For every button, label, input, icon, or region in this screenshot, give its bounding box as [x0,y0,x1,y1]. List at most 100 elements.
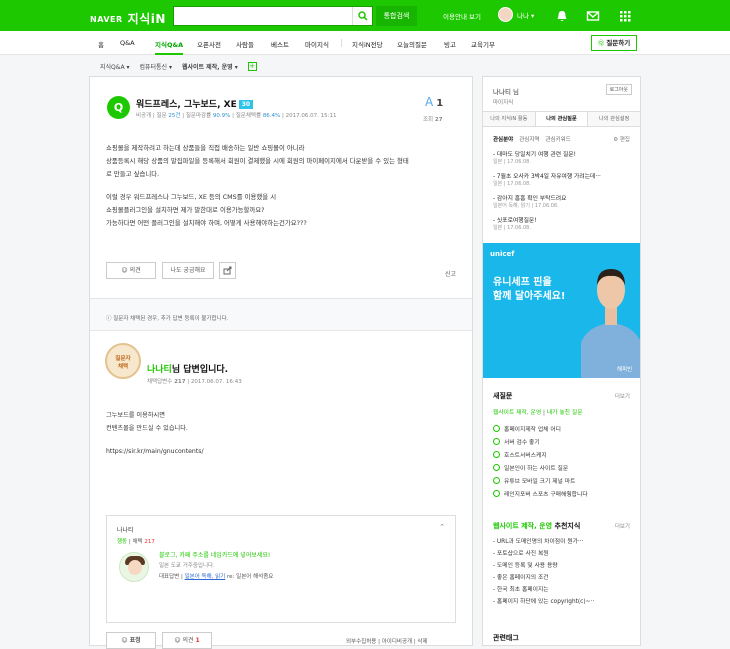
nav-open-dict[interactable]: 오픈사전 [197,39,221,49]
share-button[interactable] [219,262,236,279]
new-question-more[interactable]: 더보기 [615,392,630,400]
answer-count: A1 [425,95,444,109]
profile-intro: 일본 도쿄 거주중입니다. [159,563,215,569]
unicef-banner[interactable]: unicef 유니세프 핀을 함께 달아주세요! 해피빈 [483,243,640,378]
notice-box: ⓘ 질문자 채택된 경우, 추가 답변 등록이 불가합니다. [90,298,472,331]
top-bar: NAVER 지식iN 통합검색 이용안내 보기 나나 ▾ [0,0,730,31]
nav-qna[interactable]: Q&A [120,39,135,47]
add-interest-button[interactable]: + [247,62,257,71]
breadcrumb-item[interactable]: 컴퓨터통신 ▾ [139,62,172,71]
nav-today-question[interactable]: 오늘의질문 [397,39,427,49]
q-circle-icon [493,438,500,445]
interest-question-list: - 대마도 당일치기 여행 관련 질문! 일본 | 17.06.08. - 7월초… [493,149,633,237]
user-menu[interactable]: 나나 ▾ [498,7,534,22]
rep-answer-link[interactable]: 일본어 독해, 읽기 [185,574,226,580]
new-question-heading: 새질문 [493,392,513,400]
logout-button[interactable]: 로그아웃 [605,84,632,95]
sidebar-tabs: 나의 지식iN 활동 나의 관심질문 나의 관심설정 [483,111,640,127]
logo[interactable]: NAVER 지식iN [90,9,166,26]
answer-footer-links[interactable]: 외부수집허용 | 아이디비공개 | 삭제 [346,637,428,645]
nav-education[interactable]: 교육기부 [471,39,495,49]
edit-button[interactable]: ⚙ 편집 [613,135,630,143]
breadcrumb-item[interactable]: 지식Q&A ▾ [100,62,129,71]
breadcrumb-item[interactable]: 웹사이트 제작, 운영 ▾ [182,62,238,71]
apps-grid-icon[interactable] [618,9,632,23]
person-photo [581,269,640,378]
nav-divider [341,39,342,47]
profile-message[interactable]: 블로그, 카페 주소를 네임카드에 넣어보세요! [159,551,270,561]
search-icon [358,11,368,21]
profile-representative-answer: 대표답변 | 일본어 독해, 읽기 re: 일본어 해석좀요 [159,574,274,580]
mail-icon[interactable] [586,9,600,23]
notice-text: ⓘ 질문자 채택된 경우, 추가 답변 등록이 불가합니다. [106,316,229,322]
subtab-region[interactable]: 관심지역 [519,135,539,143]
recommended-more[interactable]: 더보기 [615,522,630,530]
points-badge: 30 [238,100,254,109]
user-name: 나나 ▾ [517,11,535,20]
curious-button[interactable]: 나도 궁금해요 [162,262,214,279]
tab-my-activity[interactable]: 나의 지식iN 활동 [483,112,536,126]
question-title: 워드프레스, 그누보드, XE 30 [136,97,254,110]
question-q-icon: Q [107,96,130,119]
nav-my-knowledge[interactable]: 마이지식 [305,39,329,49]
q-circle-icon [493,490,500,497]
list-item[interactable]: - 홈페이지 하단에 있는 copyright(c)~·· [493,596,594,608]
new-question-list: 홈페이지제작 업체 어디 서버 검수 좋기 호스트서버스케지 일본인이 하는 사… [493,422,588,500]
search-button[interactable] [352,7,372,25]
adopted-medal: 질문자 채택 [105,343,141,379]
bell-icon[interactable] [555,9,569,23]
nav-hall[interactable]: 지식iN전당 [352,39,383,49]
q-circle-icon [493,425,500,432]
list-item[interactable]: - 싯포로여행질문! 일본 | 17.06.08. [493,215,633,231]
q-circle-icon [493,477,500,484]
list-item[interactable]: 호스트서버스케지 [493,448,588,461]
list-item[interactable]: 레인지포버 스포츠 구매해줭합니다 [493,487,588,500]
ask-question-button[interactable]: Ⓠ 질문하기 [591,35,637,51]
total-search-button[interactable]: 통합검색 [376,6,417,26]
nav-knowledge-qna[interactable]: 지식Q&A [155,39,184,55]
list-item[interactable]: 서버 검수 좋기 [493,435,588,448]
answer-meta: 채택답변수 217 | 2017.06.07. 16:43 [147,379,242,385]
list-item[interactable]: - URL과 도메인명의 차이점이 뭔가··· [493,536,594,548]
subtab-keyword[interactable]: 관심키워드 [546,135,571,143]
answer-title: 나나티님 답변입니다. [147,365,229,375]
answer-link[interactable]: https://sir.kr/main/gnucontents/ [106,445,204,458]
guide-link[interactable]: 이용안내 보기 [443,11,481,21]
list-item[interactable]: - 감아지 흠흠 확인 부탁드려요 일본어 독해, 읽기 | 17.06.08. [493,193,633,209]
list-item[interactable]: 유튜브 모바일 크기 제널 마트 [493,474,588,487]
sidebar: 나나티 님 마이지식 로그아웃 나의 지식iN 활동 나의 관심질문 나의 관심… [482,76,641,646]
list-item[interactable]: - 도메인 등록 및 사용 용량 [493,560,594,572]
reaction-button[interactable]: ☺ 표정 [106,632,156,649]
nav-home[interactable]: 홈 [98,39,104,49]
sidebar-user-name[interactable]: 나나티 님 [493,86,519,96]
collapse-icon[interactable]: ⌃ [439,523,445,531]
avatar [498,7,513,22]
tab-interest-settings[interactable]: 나의 관심설정 [588,112,640,126]
related-tags-heading: 관련태그 [493,634,519,642]
interest-subtabs: 관심분야 관심지역 관심키워드 [493,135,571,143]
search-input[interactable] [173,6,373,26]
question-body: 쇼핑몰을 제작하려고 하는데 상품들을 직접 배송하는 일반 쇼핑몰이 아니라 … [106,144,409,227]
q-circle-icon [493,451,500,458]
banner-name: 해피빈 [617,367,633,373]
list-item[interactable]: 일본인이 하는 사이트 질문 [493,461,588,474]
tab-interest-questions[interactable]: 나의 관심질문 [535,112,589,126]
comment-button[interactable]: ☺ 의견 [106,262,156,279]
list-item[interactable]: 홈페이지제작 업체 어디 [493,422,588,435]
nav-people[interactable]: 사람들 [236,39,254,49]
recommended-list: - URL과 도메인명의 차이점이 뭔가··· - 포토샵으로 사진 복원 - … [493,536,594,608]
profile-name[interactable]: 나나티 [117,525,134,534]
answer-comment-button[interactable]: ☺ 의견 1 [162,632,212,649]
view-count: 조회 27 [423,117,443,123]
list-item[interactable]: - 대마도 당일치기 여행 관련 질문! 일본 | 17.06.08. [493,149,633,165]
my-knowledge-link[interactable]: 마이지식 [493,98,513,106]
report-link[interactable]: 신고 [445,269,456,278]
subtab-field[interactable]: 관심분야 [493,135,513,143]
nav-bingo[interactable]: 빙고 [444,39,456,49]
breadcrumb: 지식Q&A ▾ 컴퓨터통신 ▾ 웹사이트 제작, 운영 ▾ + [100,62,257,71]
list-item[interactable]: - 한국 최초 홈페이지는 [493,584,594,596]
list-item[interactable]: - 좋은 홈페이지의 조건 [493,572,594,584]
list-item[interactable]: - 7월초 오사카 3박4일 자유여행 가려는데··· 일본 | 17.06.08… [493,171,633,187]
nav-best[interactable]: 베스트 [271,39,289,49]
list-item[interactable]: - 포토샵으로 사진 복원 [493,548,594,560]
